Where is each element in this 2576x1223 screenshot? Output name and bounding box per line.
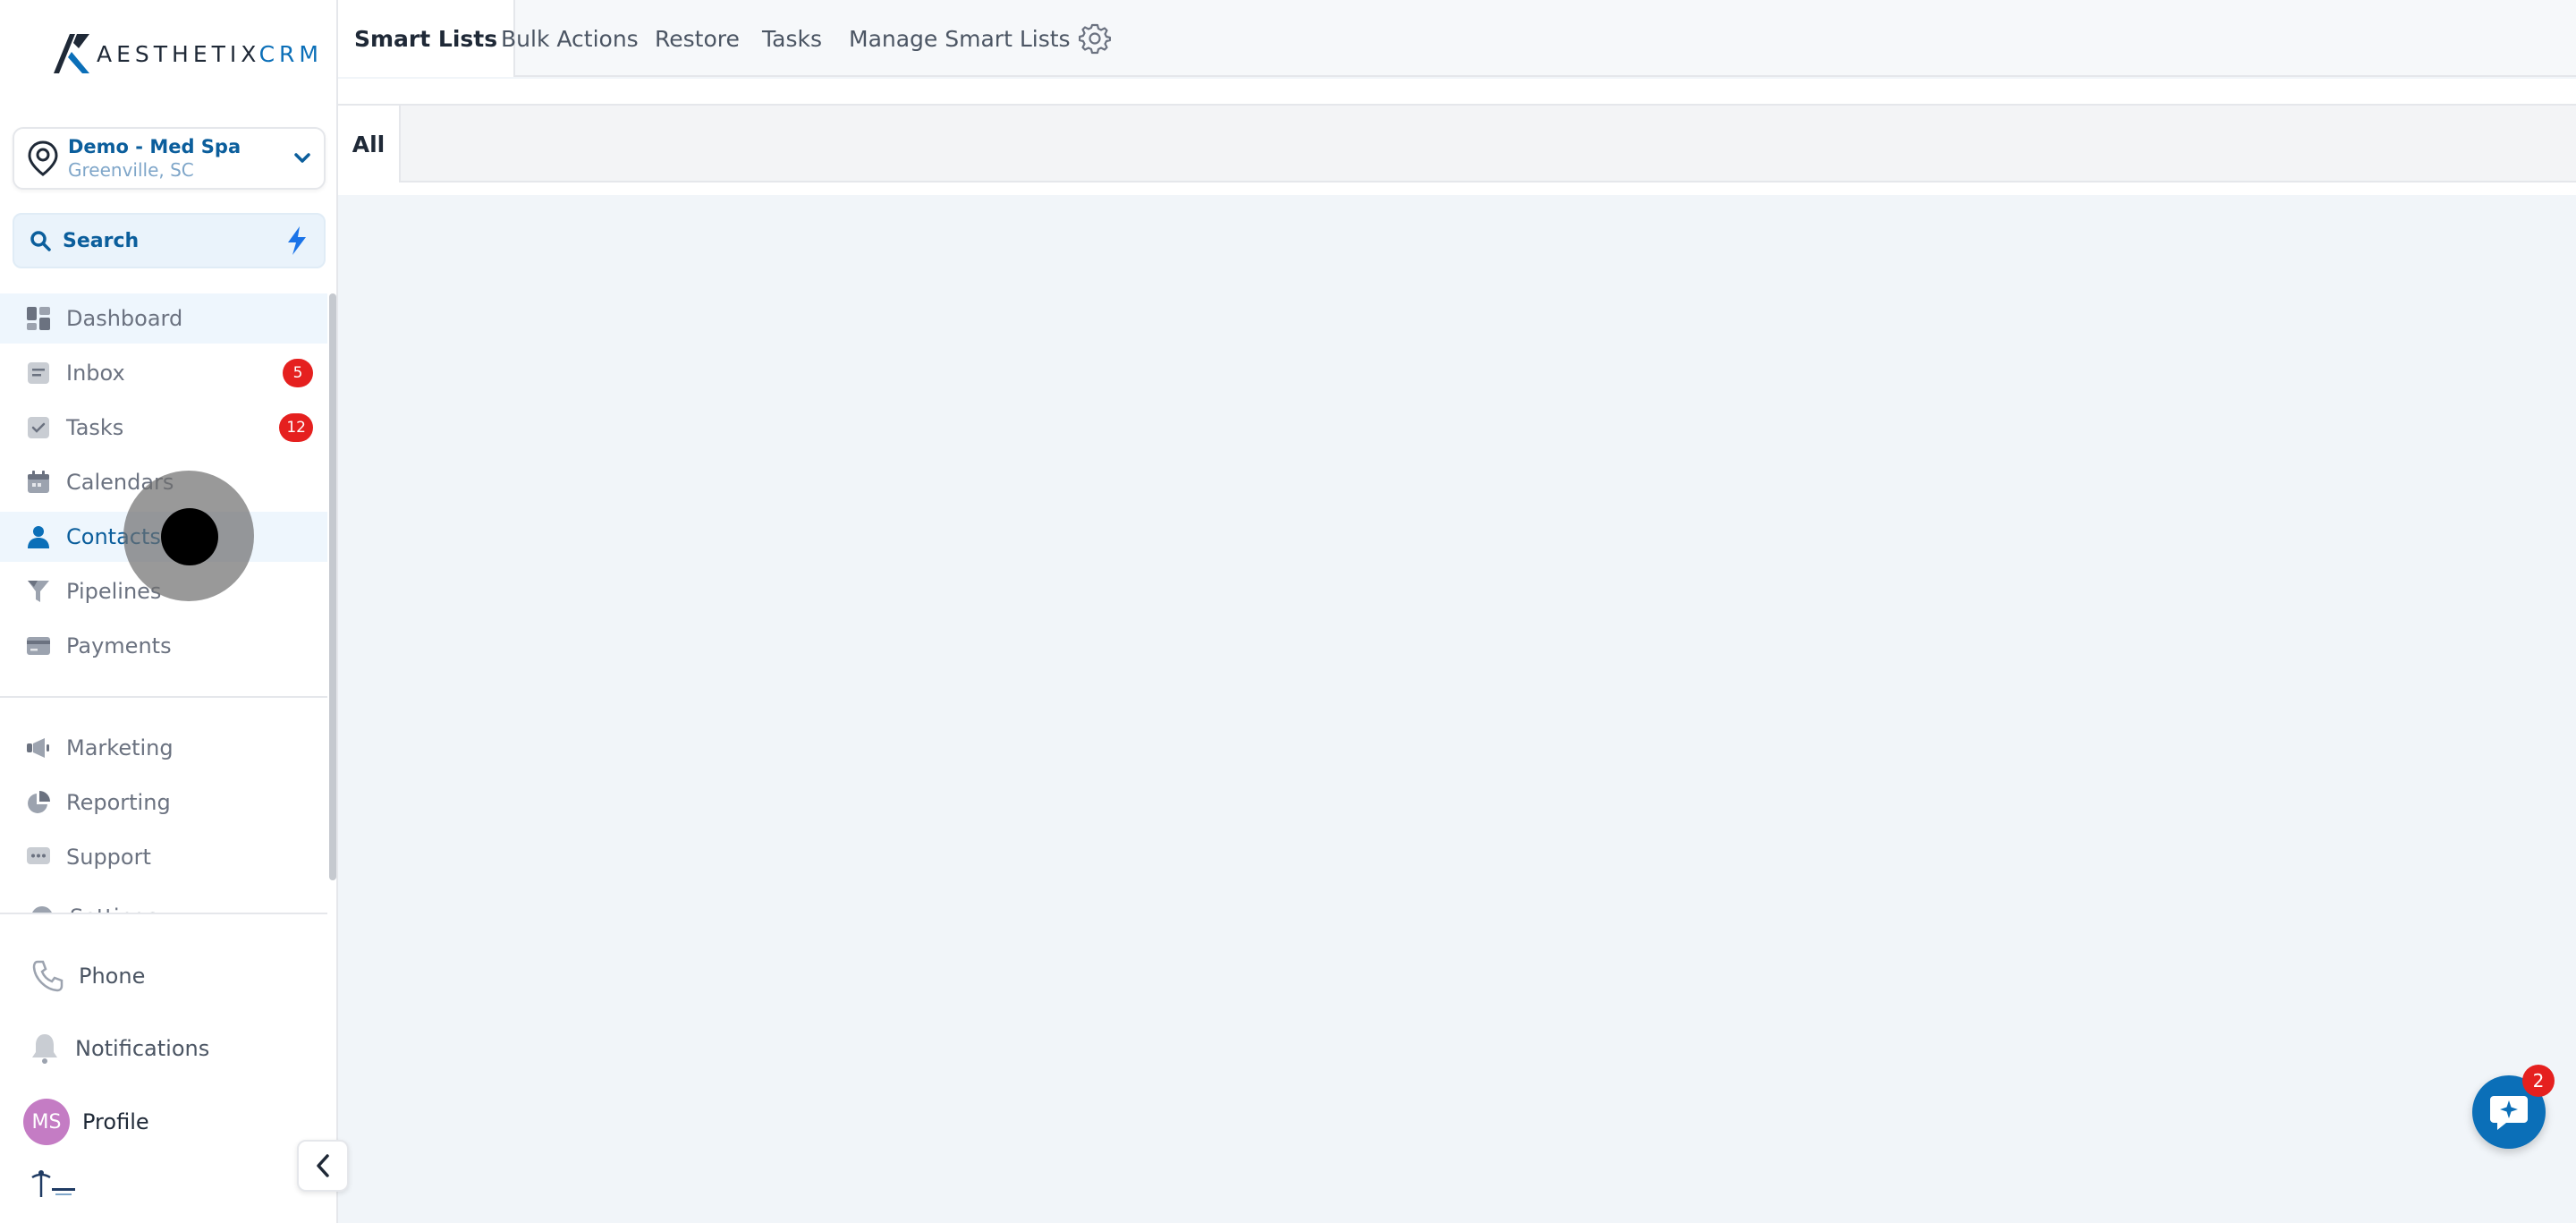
sidebar-item-settings[interactable]: Settings xyxy=(0,892,327,913)
location-text: Demo - Med Spa Greenville, SC xyxy=(68,135,292,182)
sidebar-item-inbox[interactable]: Inbox 5 xyxy=(0,348,327,398)
top-tab-bar: Smart Lists Bulk Actions Restore Tasks M… xyxy=(338,0,2576,77)
sidebar-item-label: Dashboard xyxy=(66,306,183,331)
tab-bulk-actions[interactable]: Bulk Actions xyxy=(501,0,639,77)
brand-logo-icon xyxy=(54,34,89,73)
search-label: Search xyxy=(63,229,140,252)
sidebar-item-label: Tasks xyxy=(66,415,124,440)
chevron-down-icon xyxy=(294,153,310,163)
toolbar-band xyxy=(338,79,2576,106)
brand-logo-text: AESTHETIXCRM xyxy=(97,40,323,67)
settings-gear-button[interactable] xyxy=(1079,0,1111,77)
tab-restore[interactable]: Restore xyxy=(655,0,740,77)
search-icon xyxy=(30,231,51,251)
tab-all[interactable]: All xyxy=(338,106,401,183)
chat-unread-badge: 2 xyxy=(2522,1065,2555,1097)
sidebar-divider xyxy=(0,696,327,698)
brand-logo[interactable]: AESTHETIXCRM xyxy=(52,32,323,75)
sidebar-item-reporting[interactable]: Reporting xyxy=(0,777,327,828)
phone-label: Phone xyxy=(79,964,146,989)
location-pin-icon xyxy=(28,140,58,176)
inbox-count-badge: 5 xyxy=(283,359,313,387)
sidebar-item-label: Inbox xyxy=(66,361,125,386)
sidebar-item-label: Reporting xyxy=(66,790,171,815)
bell-icon xyxy=(32,1034,57,1064)
phone-button[interactable]: Phone xyxy=(30,958,145,994)
profile-label: Profile xyxy=(82,1109,149,1134)
chat-sparkle-icon xyxy=(2490,1096,2528,1130)
main-content-area xyxy=(338,195,2576,1223)
sidebar-item-label: Payments xyxy=(66,633,172,658)
pie-chart-icon xyxy=(28,791,50,813)
click-indicator-dot xyxy=(161,508,218,565)
sidebar-item-label: Marketing xyxy=(66,735,174,760)
notifications-label: Notifications xyxy=(75,1036,210,1061)
phone-icon xyxy=(32,960,64,992)
calendar-icon xyxy=(28,471,49,493)
sidebar-item-dashboard[interactable]: Dashboard xyxy=(0,293,327,344)
pipelines-icon xyxy=(28,581,49,602)
notifications-button[interactable]: Notifications xyxy=(27,1031,209,1066)
sidebar-item-support[interactable]: Support xyxy=(0,832,327,882)
content-header-band xyxy=(338,183,2576,195)
sidebar-item-marketing[interactable]: Marketing xyxy=(0,723,327,773)
search-button[interactable]: Search xyxy=(13,213,326,268)
sidebar-item-tasks[interactable]: Tasks 12 xyxy=(0,403,327,453)
tasks-icon xyxy=(28,417,49,438)
payments-icon xyxy=(27,637,50,655)
sidebar-item-payments[interactable]: Payments xyxy=(0,621,327,671)
megaphone-icon xyxy=(27,738,49,758)
partner-logo-icon xyxy=(31,1170,75,1197)
sidebar-scrollbar[interactable] xyxy=(329,293,336,880)
smart-list-tab-bar: All xyxy=(338,106,2576,183)
tab-manage-smart-lists[interactable]: Manage Smart Lists xyxy=(849,0,1071,77)
tab-smart-lists[interactable]: Smart Lists xyxy=(338,0,516,77)
gear-icon xyxy=(1079,23,1111,55)
tasks-count-badge: 12 xyxy=(279,413,313,442)
location-name: Demo - Med Spa xyxy=(68,136,242,157)
lightning-icon[interactable] xyxy=(284,225,309,256)
chat-dots-icon xyxy=(27,847,50,864)
tab-tasks[interactable]: Tasks xyxy=(762,0,822,77)
chevron-left-icon xyxy=(317,1154,329,1177)
inbox-icon xyxy=(28,362,49,384)
location-switcher[interactable]: Demo - Med Spa Greenville, SC xyxy=(13,127,326,190)
dashboard-icon xyxy=(27,307,50,330)
sidebar-bottom-divider xyxy=(0,913,327,914)
profile-button[interactable]: MS Profile xyxy=(23,1099,149,1145)
sidebar-item-label: Support xyxy=(66,845,151,870)
sidebar-item-settings-clip: Settings xyxy=(0,887,327,913)
sidebar: AESTHETIXCRM Demo - Med Spa Greenville, … xyxy=(0,0,338,1223)
avatar: MS xyxy=(23,1099,70,1145)
location-city: Greenville, SC xyxy=(68,159,194,181)
contacts-icon xyxy=(28,526,49,548)
